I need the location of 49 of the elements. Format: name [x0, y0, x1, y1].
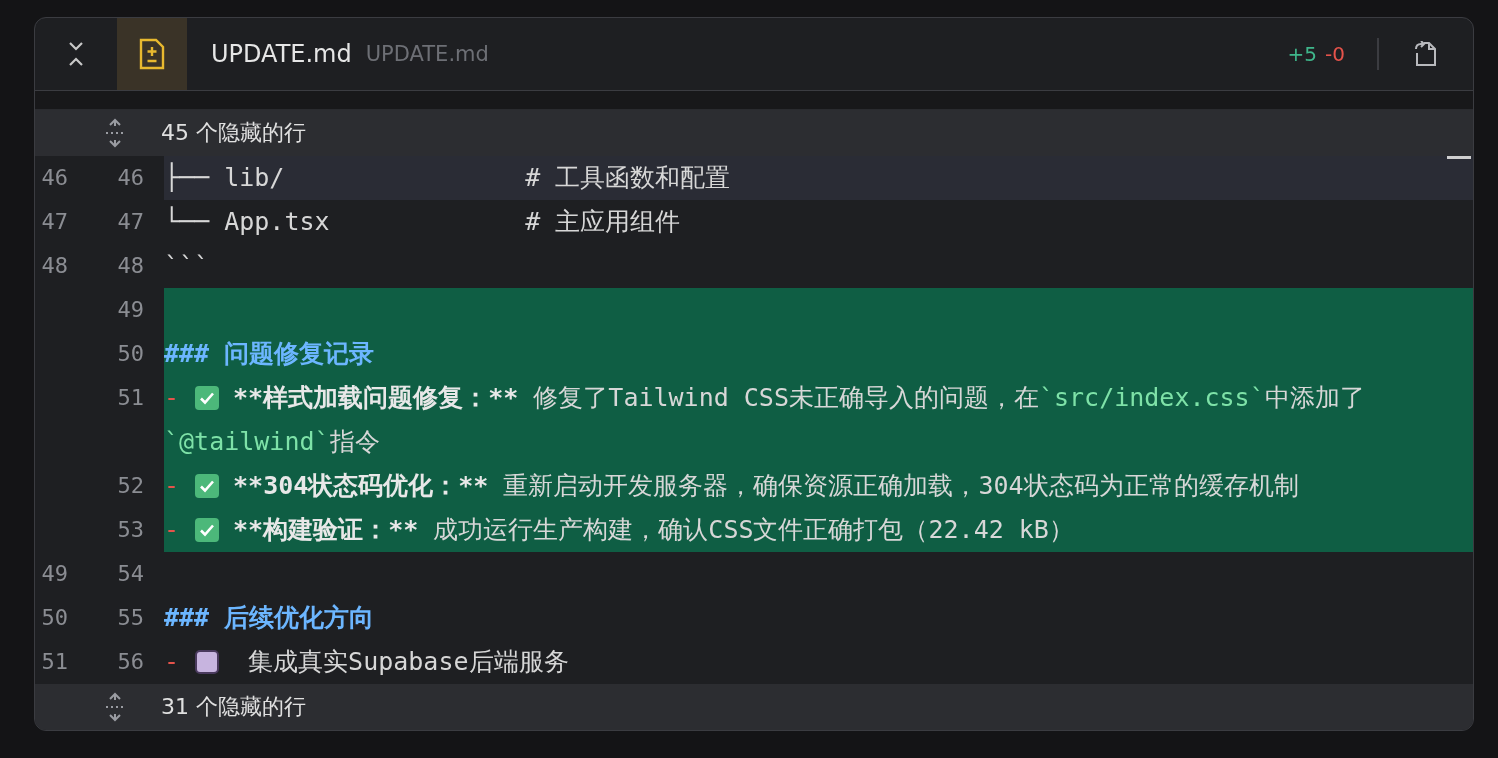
- markdown-heading: ### 后续优化方向: [164, 603, 375, 632]
- new-line-number: 54: [116, 560, 144, 588]
- new-line-number: 52: [116, 472, 144, 500]
- code-text: ```: [164, 251, 210, 280]
- old-line-number: 51: [40, 648, 68, 676]
- collapse-icon: [66, 40, 86, 68]
- list-dash: -: [164, 383, 180, 412]
- expand-icon: [104, 118, 126, 148]
- file-name: UPDATE.md: [211, 40, 352, 68]
- new-line-number: 48: [116, 252, 144, 280]
- scroll-marker: [1447, 156, 1471, 159]
- bold-text: **304状态码优化：**: [233, 471, 489, 500]
- list-dash: -: [164, 647, 180, 676]
- file-arrow-icon: [1413, 41, 1439, 67]
- code-text: ├── lib/ # 工具函数和配置: [164, 163, 731, 192]
- code-text: 重新启动开发服务器，确保资源正确加载，304状态码为正常的缓存机制: [502, 471, 1299, 500]
- code-text: └── App.tsx # 主应用组件: [164, 207, 681, 236]
- new-line-number: 46: [116, 164, 144, 192]
- list-dash: -: [164, 515, 180, 544]
- new-line-number: 51: [116, 384, 144, 412]
- code-text: 成功运行生产构建，确认CSS文件正确打包（22.42 kB）: [432, 515, 1074, 544]
- new-line-number: 50: [116, 340, 144, 368]
- old-line-number: 47: [40, 208, 68, 236]
- hidden-lines-label: 45 个隐藏的行: [161, 119, 306, 147]
- bold-text: **构建验证：**: [233, 515, 419, 544]
- new-line-number: 49: [116, 296, 144, 324]
- code-text: 集成真实Supabase后端服务: [247, 647, 569, 676]
- bold-text: **样式加载问题修复：**: [233, 383, 519, 412]
- new-line-number: 53: [116, 516, 144, 544]
- new-line-number: 55: [116, 604, 144, 632]
- code-text: 中添加了: [1264, 383, 1365, 412]
- inline-code: `src/index.css`: [1038, 383, 1265, 412]
- code-text: 指令: [329, 427, 380, 456]
- markdown-heading: ### 问题修复记录: [164, 339, 375, 368]
- new-line-number: 47: [116, 208, 144, 236]
- old-line-number: 50: [40, 604, 68, 632]
- inline-code: `@tailwind`: [164, 427, 330, 456]
- deletions-count: -0: [1325, 42, 1345, 66]
- code-text: 修复了Tailwind CSS未正确导入的问题，在: [532, 383, 1039, 412]
- list-dash: -: [164, 471, 180, 500]
- old-line-number: 49: [40, 560, 68, 588]
- new-line-number: 56: [116, 648, 144, 676]
- old-line-number: 46: [40, 164, 68, 192]
- file-diff-icon: [139, 38, 165, 70]
- hidden-lines-label: 31 个隐藏的行: [161, 693, 306, 721]
- expand-icon: [104, 692, 126, 722]
- old-line-number: 48: [40, 252, 68, 280]
- file-path: UPDATE.md: [365, 42, 489, 66]
- additions-count: +5: [1287, 42, 1318, 66]
